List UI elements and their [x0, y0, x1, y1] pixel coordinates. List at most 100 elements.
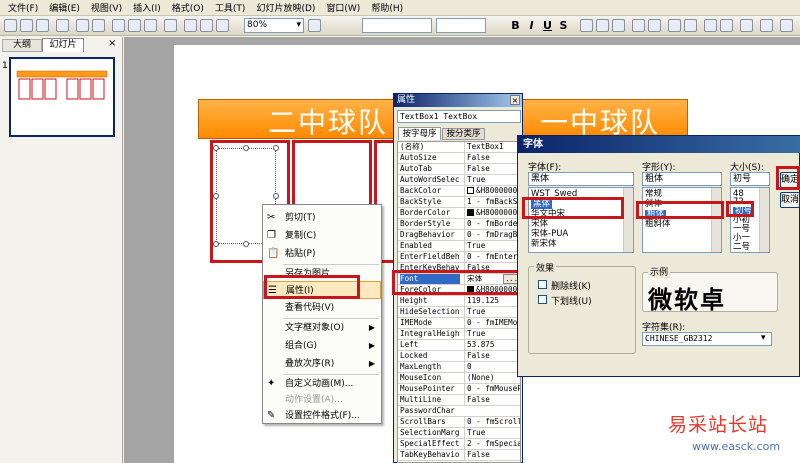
property-row[interactable]: IMEMode 0 - fmIMEMode	[398, 318, 520, 329]
tab-alphabetic[interactable]: 按字母序	[398, 127, 441, 140]
menu-item-cut[interactable]: ✂ 剪切(T)	[263, 209, 381, 227]
underline-checkbox[interactable]	[538, 295, 547, 304]
property-value[interactable]: 119.125	[464, 296, 520, 306]
increase-font-icon[interactable]	[668, 19, 681, 32]
property-row[interactable]: ScrollBars 0 - fmScrollB	[398, 417, 520, 428]
property-row[interactable]: Locked False	[398, 351, 520, 362]
resize-handle[interactable]	[243, 145, 249, 151]
property-row[interactable]: TabKeyBehavior False	[398, 450, 520, 461]
property-value[interactable]: False	[464, 351, 520, 361]
property-row[interactable]: BorderStyle 0 - fmBorderS	[398, 219, 520, 230]
resize-handle[interactable]	[213, 241, 219, 247]
font-size-select[interactable]	[436, 18, 486, 33]
design-icon[interactable]	[760, 19, 773, 32]
paste-icon[interactable]	[144, 19, 157, 32]
outdent-icon[interactable]	[720, 19, 733, 32]
underline-icon[interactable]: U	[540, 18, 555, 33]
property-value[interactable]: 0 - fmEnterFi	[464, 252, 520, 262]
table-icon[interactable]	[200, 19, 213, 32]
property-row[interactable]: MousePointer 0 - fmMousePo	[398, 384, 520, 395]
decrease-font-icon[interactable]	[684, 19, 697, 32]
property-row[interactable]: AutoTab False	[398, 164, 520, 175]
menu-tools[interactable]: 工具(T)	[215, 1, 246, 14]
property-value[interactable]: False	[464, 395, 520, 405]
menu-insert[interactable]: 插入(I)	[133, 1, 161, 14]
property-value[interactable]: 0 - fmIMEMode	[464, 318, 520, 328]
property-value[interactable]: True	[464, 241, 520, 251]
menu-item-view-code[interactable]: 查看代码(V)	[263, 299, 381, 317]
tab-categorized[interactable]: 按分类序	[442, 128, 485, 140]
property-value[interactable]: (None)	[464, 373, 520, 383]
resize-handle[interactable]	[243, 241, 249, 247]
property-value[interactable]: 0 - fmDragBeh	[464, 230, 520, 240]
chevron-down-icon[interactable]: ▾	[761, 333, 766, 343]
property-row[interactable]: MaxLength 0	[398, 362, 520, 373]
menu-edit[interactable]: 编辑(E)	[49, 1, 80, 14]
print-icon[interactable]	[76, 19, 89, 32]
font-name-select[interactable]	[362, 18, 432, 33]
resize-handle[interactable]	[273, 145, 279, 151]
tab-slides[interactable]: 幻灯片	[42, 38, 84, 52]
font-name-input[interactable]: 黑体	[528, 172, 634, 186]
bold-icon[interactable]: B	[508, 18, 523, 33]
chart-icon[interactable]	[184, 19, 197, 32]
property-value[interactable]: True	[464, 428, 520, 438]
font-size-input[interactable]: 初号	[730, 172, 770, 186]
property-value[interactable]: 0 - fmMousePo	[464, 384, 520, 394]
property-value[interactable]: 1 - fmBackSty	[464, 197, 520, 207]
property-value[interactable]: 0	[464, 362, 520, 372]
list-item[interactable]: 常规	[645, 190, 662, 199]
property-value[interactable]: True	[464, 329, 520, 339]
align-right-icon[interactable]	[612, 19, 625, 32]
charset-select[interactable]: CHINESE_GB2312	[642, 332, 772, 346]
property-value[interactable]: &H80000006	[464, 208, 520, 218]
property-row[interactable]: BackColor &H80000005	[398, 186, 520, 197]
numbering-icon[interactable]	[632, 19, 645, 32]
property-row[interactable]: HideSelection True	[398, 307, 520, 318]
property-row[interactable]: BorderColor &H80000006	[398, 208, 520, 219]
property-row[interactable]: Height 119.125	[398, 296, 520, 307]
property-row[interactable]: (名称) TextBox1	[398, 142, 520, 153]
font-style-input[interactable]: 粗体	[642, 172, 722, 186]
property-value[interactable]: &H80000005	[464, 186, 520, 196]
property-value[interactable]: 2 - fmSpecial	[464, 439, 520, 449]
property-value[interactable]: True	[464, 307, 520, 317]
close-icon[interactable]: ×	[510, 95, 520, 105]
resize-handle[interactable]	[273, 193, 279, 199]
permission-icon[interactable]	[56, 19, 69, 32]
slide-thumbnail[interactable]	[9, 57, 115, 137]
property-row[interactable]: MultiLine False	[398, 395, 520, 406]
property-row[interactable]: Enabled True	[398, 241, 520, 252]
list-item[interactable]: 宋体	[531, 220, 548, 229]
property-value[interactable]: False	[464, 153, 520, 163]
bullets-icon[interactable]	[648, 19, 661, 32]
resize-handle[interactable]	[213, 145, 219, 151]
menu-item-group[interactable]: 组合(G) ▶	[263, 337, 381, 355]
shadow-icon[interactable]: S	[556, 18, 571, 33]
open-icon[interactable]	[20, 19, 33, 32]
menu-help[interactable]: 帮助(H)	[371, 1, 403, 14]
copy-icon[interactable]	[128, 19, 141, 32]
align-left-icon[interactable]	[580, 19, 593, 32]
help-icon[interactable]	[308, 19, 321, 32]
menu-format[interactable]: 格式(O)	[172, 1, 204, 14]
object-select[interactable]: TextBox1 TextBox	[397, 110, 521, 123]
save-icon[interactable]	[36, 19, 49, 32]
menu-window[interactable]: 窗口(W)	[326, 1, 360, 14]
property-row[interactable]: PasswordChar	[398, 406, 520, 417]
menu-slideshow[interactable]: 幻灯片放映(D)	[256, 1, 315, 14]
font-color-icon[interactable]	[740, 19, 753, 32]
align-center-icon[interactable]	[596, 19, 609, 32]
property-row[interactable]: MouseIcon (None)	[398, 373, 520, 384]
list-item[interactable]: 二号	[733, 243, 750, 252]
strikeout-checkbox[interactable]	[538, 280, 547, 289]
list-item[interactable]: 粗斜体	[645, 220, 671, 229]
property-row[interactable]: DragBehavior 0 - fmDragBeh	[398, 230, 520, 241]
property-value[interactable]: 0 - fmBorderS	[464, 219, 520, 229]
property-row[interactable]: AutoSize False	[398, 153, 520, 164]
property-row[interactable]: SelectionMargin True	[398, 428, 520, 439]
menu-item-textbox-object[interactable]: 文字框对象(O) ▶	[263, 319, 381, 337]
menu-file[interactable]: 文件(F)	[8, 1, 38, 14]
new-icon[interactable]	[4, 19, 17, 32]
print-preview-icon[interactable]	[92, 19, 105, 32]
